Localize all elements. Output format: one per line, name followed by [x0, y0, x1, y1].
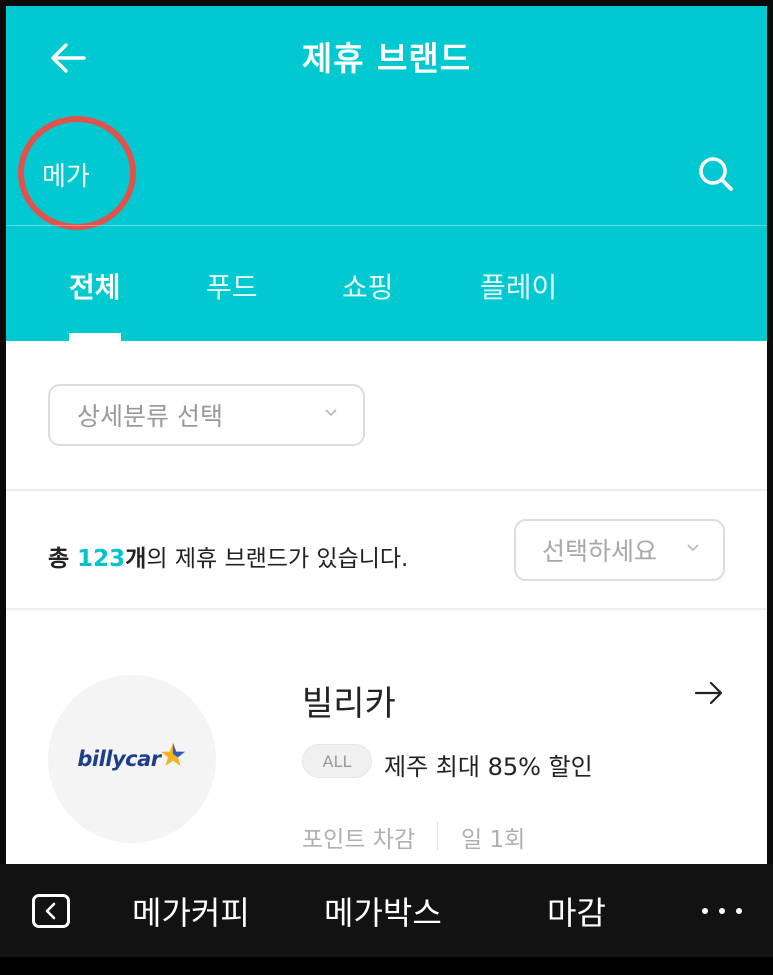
keyboard-back-icon: [45, 902, 56, 920]
app-screen: 제휴 브랜드 전체 푸드 쇼핑 플레이 상세분류 선택 총 123개의 제휴 브…: [6, 6, 767, 864]
active-tab-indicator: [69, 333, 121, 341]
suggestion-item[interactable]: 메가커피: [132, 888, 250, 934]
tab-play[interactable]: 플레이: [480, 266, 557, 306]
meta-divider: [437, 822, 438, 850]
sort-dropdown[interactable]: 선택하세요: [514, 519, 725, 581]
dot: [702, 908, 708, 914]
count-suffix: 의 제휴 브랜드가 있습니다.: [146, 546, 409, 572]
dot: [736, 908, 742, 914]
more-horizontal-icon[interactable]: [702, 904, 742, 918]
suggestion-item[interactable]: 메가박스: [324, 888, 442, 934]
search-bar: [6, 116, 767, 230]
keyboard-suggestion-bar: 메가커피 메가박스 마감: [0, 864, 773, 957]
page-title: 제휴 브랜드: [301, 39, 472, 78]
section-divider: [6, 489, 767, 491]
count-prefix: 총: [48, 546, 78, 572]
category-dropdown-label: 상세분류 선택: [77, 402, 223, 431]
tab-all[interactable]: 전체: [69, 266, 121, 306]
dot: [719, 908, 725, 914]
brand-count-summary: 총 123개의 제휴 브랜드가 있습니다.: [48, 539, 408, 573]
brand-benefit: 제주 최대 85% 할인: [384, 753, 593, 781]
chevron-down-icon: [687, 544, 699, 552]
count-unit: 개: [125, 546, 147, 572]
usage-type: 포인트 차감: [302, 827, 416, 853]
category-dropdown[interactable]: 상세분류 선택: [48, 384, 365, 446]
suggestion-item[interactable]: 마감: [547, 888, 606, 934]
brand-list-item[interactable]: billycar 빌리카 ALL 제주 최대 85% 할인 포인트 차감 일 1…: [6, 610, 767, 864]
brand-detail-button[interactable]: [692, 676, 726, 710]
target-badge: ALL: [302, 744, 372, 778]
brand-name: 빌리카: [302, 684, 396, 724]
search-icon: [699, 157, 733, 191]
brand-logo-text: billycar: [77, 747, 161, 771]
search-input[interactable]: [42, 154, 602, 194]
search-button[interactable]: [694, 152, 738, 196]
brand-logo: billycar: [48, 675, 216, 843]
arrow-right-icon: [694, 681, 723, 705]
keyboard-back-button[interactable]: [32, 894, 70, 928]
header: 제휴 브랜드 전체 푸드 쇼핑 플레이: [6, 6, 767, 341]
star-icon: [160, 743, 185, 766]
sort-dropdown-label: 선택하세요: [542, 537, 658, 566]
chevron-down-icon: [325, 409, 337, 417]
tab-food[interactable]: 푸드: [206, 266, 258, 306]
usage-limit: 일 1회: [461, 827, 526, 853]
brand-count: 123: [77, 546, 126, 572]
category-tabs: 전체 푸드 쇼핑 플레이: [6, 226, 767, 341]
bottom-edge: [0, 957, 773, 975]
tab-shopping[interactable]: 쇼핑: [342, 266, 394, 306]
